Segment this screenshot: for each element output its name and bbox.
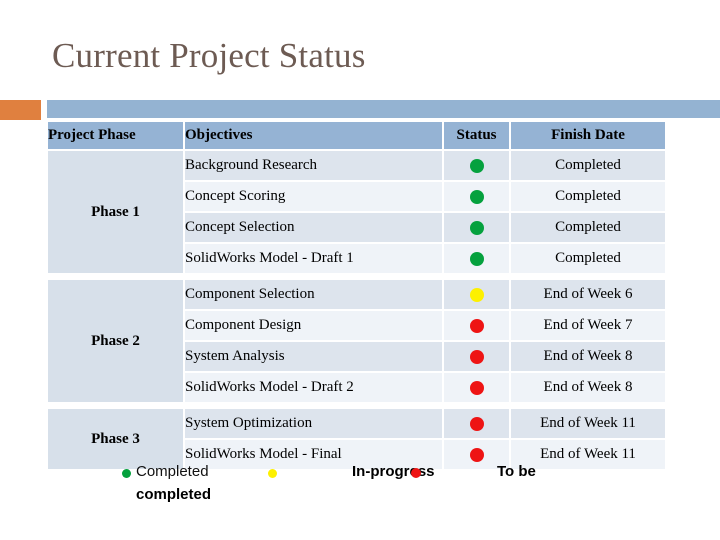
- status-dot-red-icon: [469, 318, 484, 333]
- objective-cell: Component Design: [184, 310, 443, 341]
- status-cell: [443, 212, 510, 243]
- status-cell: [443, 310, 510, 341]
- phase-name-cell: Phase 2: [47, 279, 184, 403]
- page-title: Current Project Status: [52, 36, 366, 75]
- objective-cell: Background Research: [184, 150, 443, 181]
- finish-date-cell: End of Week 8: [510, 341, 666, 372]
- accent-bar-orange: [0, 100, 41, 120]
- legend-label-to-be: To be: [497, 463, 536, 480]
- status-dot-green-icon: [469, 189, 484, 204]
- objective-cell: Component Selection: [184, 279, 443, 310]
- finish-date-cell: Completed: [510, 181, 666, 212]
- finish-date-cell: Completed: [510, 243, 666, 274]
- phase-name-cell: Phase 1: [47, 150, 184, 274]
- objective-cell: Concept Scoring: [184, 181, 443, 212]
- finish-date-cell: End of Week 8: [510, 372, 666, 403]
- objective-cell: System Optimization: [184, 408, 443, 439]
- accent-bar-blue: [47, 100, 720, 118]
- status-cell: [443, 341, 510, 372]
- status-dot-red-icon: [469, 349, 484, 364]
- legend-label-in-progress: In-progress: [352, 463, 435, 480]
- objective-cell: System Analysis: [184, 341, 443, 372]
- objective-cell: Concept Selection: [184, 212, 443, 243]
- column-header-project-phase: Project Phase: [47, 121, 184, 150]
- status-dot-green-icon: [469, 158, 484, 173]
- table-row: Phase 1 Background Research Completed: [47, 150, 666, 274]
- table-header-row: Project Phase Objectives Status Finish D…: [47, 121, 666, 150]
- status-cell: [443, 408, 510, 439]
- legend: Completed completed In-progress To be: [0, 458, 720, 518]
- status-dot-green-icon: [469, 220, 484, 235]
- status-cell: [443, 243, 510, 274]
- column-header-status: Status: [443, 121, 510, 150]
- status-dot-red-icon: [469, 416, 484, 431]
- legend-label-completed: Completed: [136, 463, 209, 480]
- table-row: Phase 3 System Optimization End of Week 11: [47, 408, 666, 470]
- legend-dot-green-icon: [122, 469, 131, 478]
- status-dot-green-icon: [469, 251, 484, 266]
- status-dot-red-icon: [469, 380, 484, 395]
- status-cell: [443, 372, 510, 403]
- legend-dot-red-icon: [411, 468, 421, 478]
- status-dot-yellow-icon: [469, 287, 484, 302]
- status-cell: [443, 150, 510, 181]
- table-header: Project Phase Objectives Status Finish D…: [47, 121, 666, 150]
- finish-date-cell: End of Week 11: [510, 408, 666, 439]
- legend-label-completed-wrap: completed: [136, 486, 212, 503]
- column-header-objectives: Objectives: [184, 121, 443, 150]
- status-cell: [443, 279, 510, 310]
- table-row: Phase 2 Component Selection End of Week 6: [47, 279, 666, 403]
- objective-cell: SolidWorks Model - Draft 2: [184, 372, 443, 403]
- legend-dot-yellow-icon: [268, 469, 277, 478]
- status-cell: [443, 181, 510, 212]
- finish-date-cell: Completed: [510, 212, 666, 243]
- objective-cell: SolidWorks Model - Draft 1: [184, 243, 443, 274]
- finish-date-cell: End of Week 7: [510, 310, 666, 341]
- finish-date-cell: Completed: [510, 150, 666, 181]
- table-body: Phase 1 Background Research Completed Conce…: [47, 150, 666, 470]
- column-header-finish-date: Finish Date: [510, 121, 666, 150]
- project-status-table: Project Phase Objectives Status Finish D…: [47, 121, 666, 470]
- finish-date-cell: End of Week 6: [510, 279, 666, 310]
